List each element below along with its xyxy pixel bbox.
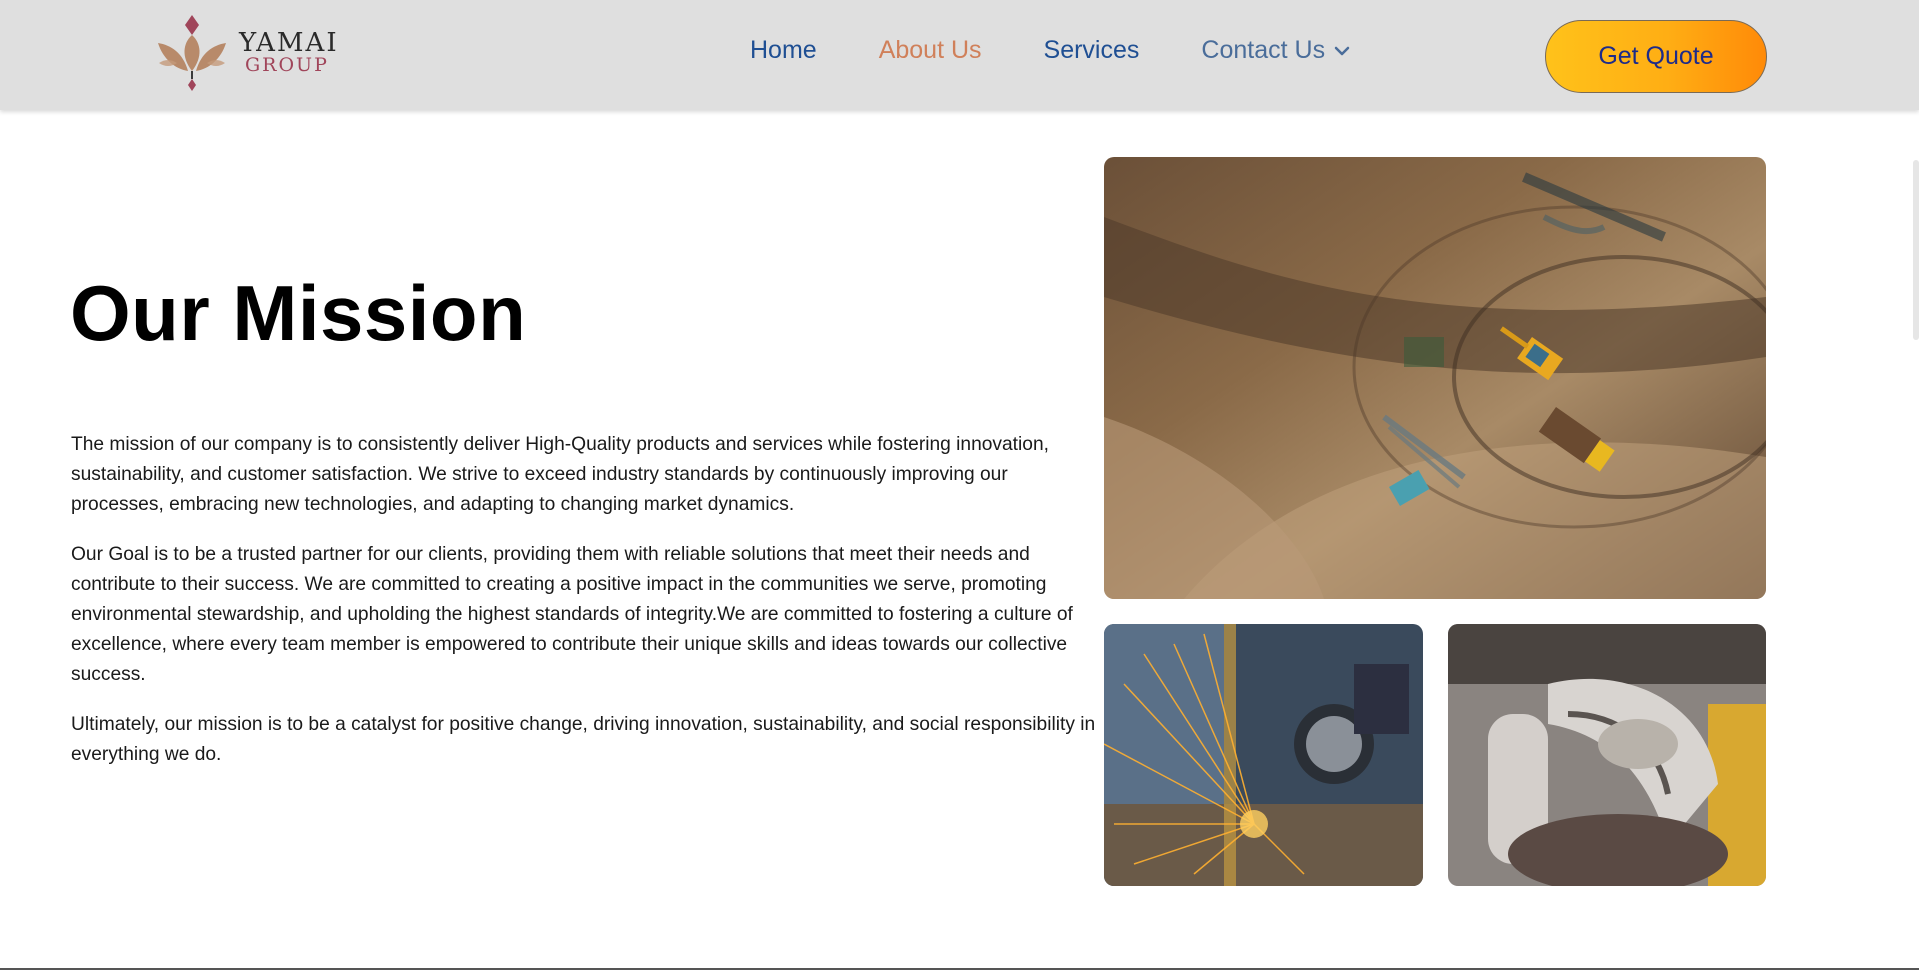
nav-contact-us[interactable]: Contact Us — [1201, 36, 1351, 65]
nav-about-us[interactable]: About Us — [879, 36, 982, 65]
mission-paragraph: Our Goal is to be a trusted partner for … — [71, 544, 1073, 685]
nav-services[interactable]: Services — [1044, 36, 1140, 65]
mission-paragraph: The mission of our company is to consist… — [71, 434, 1049, 515]
brand-name: YAMAI — [239, 27, 339, 58]
metal-grinding-image — [1104, 624, 1423, 886]
mission-text: The mission of our company is to consist… — [71, 430, 1096, 790]
brand-wordmark: YAMAI GROUP — [239, 30, 339, 75]
chevron-down-icon — [1334, 46, 1350, 55]
page-title: Our Mission — [70, 269, 527, 357]
industrial-machine-image — [1448, 624, 1766, 886]
main-nav: Home About Us Services Contact Us — [750, 36, 1413, 65]
mission-paragraph: Ultimately, our mission is to be a catal… — [71, 714, 1096, 765]
scrollbar[interactable] — [1913, 160, 1919, 340]
lotus-logo-icon — [158, 15, 226, 91]
get-quote-button[interactable]: Get Quote — [1545, 20, 1767, 93]
brand-sub: GROUP — [245, 53, 329, 76]
nav-contact-us-label: Contact Us — [1201, 36, 1326, 64]
brand-logo[interactable]: YAMAI GROUP — [155, 12, 345, 92]
aerial-construction-image — [1104, 157, 1766, 599]
site-header: YAMAI GROUP Home About Us Services Conta… — [0, 0, 1919, 110]
nav-home[interactable]: Home — [750, 36, 817, 65]
